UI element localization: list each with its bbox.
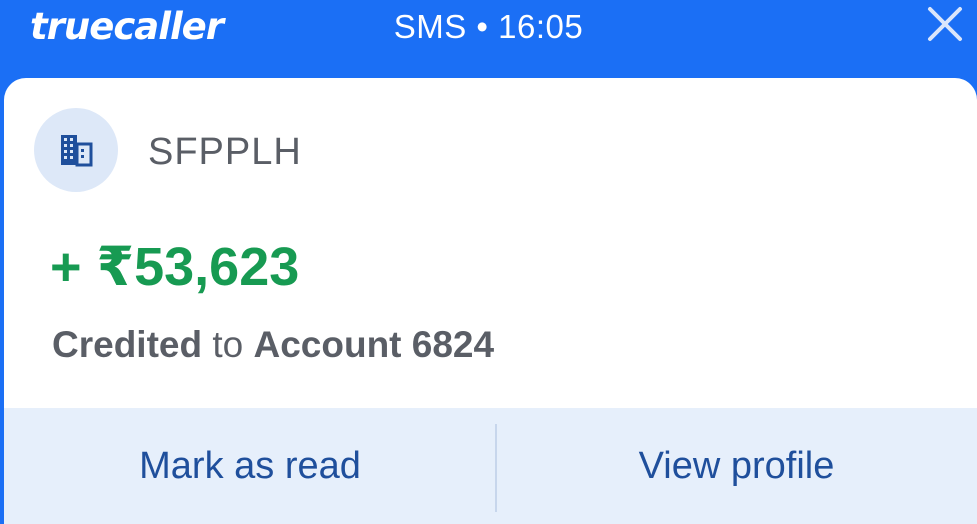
avatar [34,108,118,192]
to-label: to [202,324,254,365]
credited-amount: + ₹53,623 [50,237,300,297]
account-label: Account 6824 [253,324,495,365]
building-icon [61,135,93,167]
close-icon[interactable] [927,6,963,42]
notification-header: truecaller SMS • 16:05 [0,0,977,78]
message-type-time: SMS • 16:05 [393,8,584,45]
action-bar: Mark as read View profile [4,408,977,524]
sms-card: SFPPLH + ₹53,623 Credited to Account 682… [4,78,977,524]
view-profile-button[interactable]: View profile [496,408,977,524]
transaction-description: Credited to Account 6824 [52,322,494,368]
mark-as-read-button[interactable]: Mark as read [4,408,496,524]
sender-name: SFPPLH [148,131,302,173]
credited-label: Credited [52,324,203,365]
